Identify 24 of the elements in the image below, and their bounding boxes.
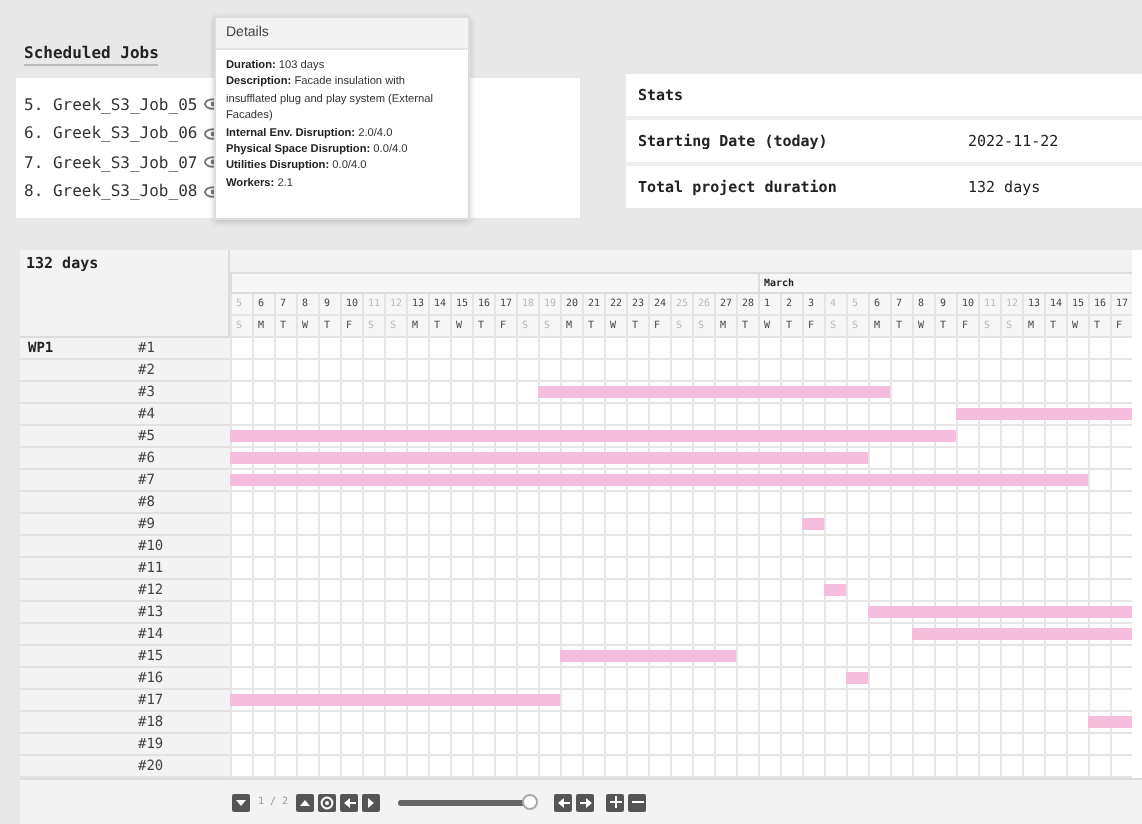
target-button[interactable]: [318, 793, 337, 811]
scroll-left-button[interactable]: [554, 793, 573, 811]
zoom-out-button[interactable]: [628, 793, 647, 811]
scroll-right-button[interactable]: [576, 793, 595, 811]
caret-right-icon: [366, 797, 377, 807]
job-label: 7. Greek_S3_Job_07: [24, 153, 198, 172]
minus-icon: [631, 796, 644, 808]
job-label: 5. Greek_S3_Job_05: [24, 95, 198, 114]
zoom-slider[interactable]: [398, 799, 535, 805]
arrow-right-icon: [579, 797, 592, 807]
down-button[interactable]: [232, 793, 250, 811]
caret-up-icon: [300, 797, 311, 807]
zoom-in-button[interactable]: [606, 793, 625, 811]
arrow-left-icon: [343, 797, 356, 807]
caret-down-icon: [236, 797, 246, 807]
plus-icon: [609, 796, 622, 808]
arrow-left-icon: [557, 797, 570, 807]
previous-button[interactable]: [340, 793, 359, 811]
next-button[interactable]: [362, 793, 381, 811]
job-label: 6. Greek_S3_Job_06: [24, 124, 198, 143]
target-icon: [320, 795, 335, 809]
up-button[interactable]: [296, 793, 315, 811]
section-title: Scheduled Jobs: [24, 44, 159, 66]
job-label: 8. Greek_S3_Job_08: [24, 182, 198, 201]
